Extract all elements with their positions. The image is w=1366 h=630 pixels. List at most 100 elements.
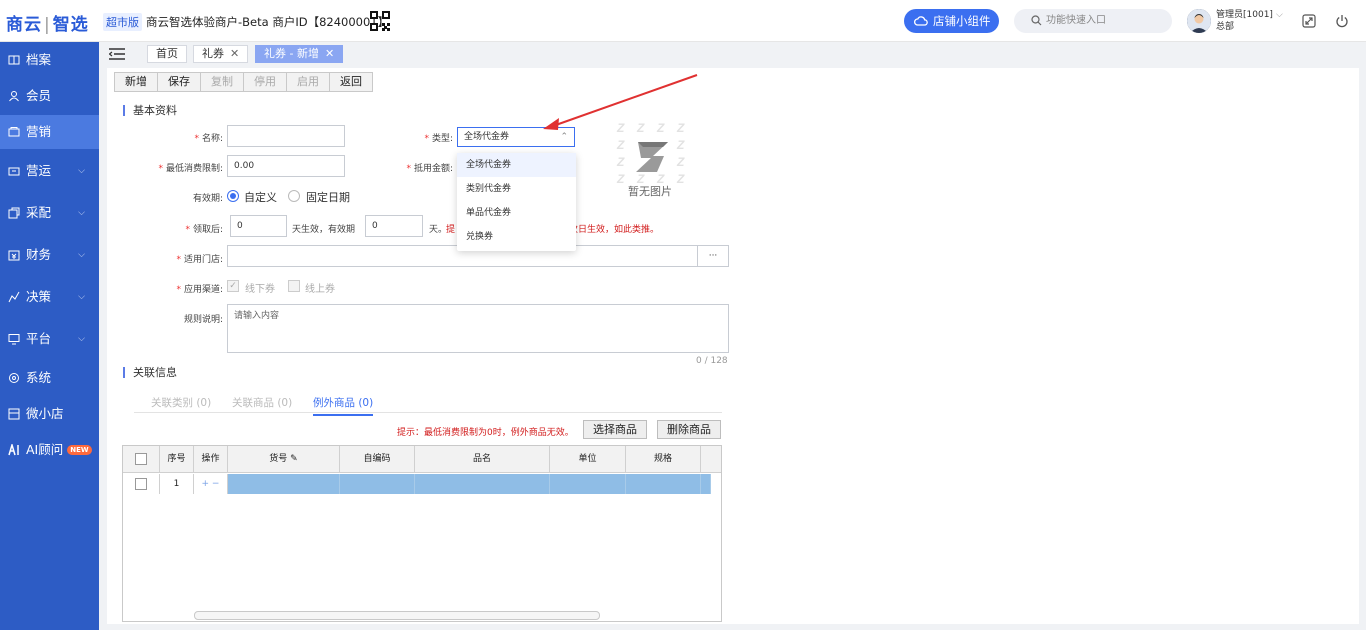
- header-ops: 操作: [194, 446, 228, 473]
- validity-custom-radio[interactable]: [227, 190, 239, 202]
- platform-icon: [8, 334, 20, 345]
- chevron-down-icon: ⌵: [78, 166, 85, 176]
- claim-valid-days-input[interactable]: 0: [365, 215, 423, 237]
- cloud-icon: [914, 16, 928, 26]
- tab-home[interactable]: 首页: [147, 45, 187, 63]
- row-item-no[interactable]: [228, 474, 340, 494]
- row-self-code[interactable]: [340, 474, 415, 494]
- channel-online-text: 线上券: [305, 284, 335, 295]
- chevron-down-icon: ⌵: [78, 292, 85, 302]
- row-product-name[interactable]: [415, 474, 550, 494]
- copy-button[interactable]: 复制: [201, 73, 244, 91]
- svg-text:Z: Z: [616, 172, 625, 186]
- sidebar-item-platform[interactable]: 平台 ⌵: [0, 322, 99, 356]
- type-option-category[interactable]: 类别代金券: [457, 177, 576, 201]
- validity-label: 有效期:: [192, 194, 223, 204]
- svg-text:Z: Z: [676, 172, 685, 186]
- ai-icon: [8, 444, 19, 456]
- channel-offline-checkbox[interactable]: ✓: [227, 280, 239, 292]
- new-button[interactable]: 新增: [115, 73, 158, 91]
- header-seq: 序号: [160, 446, 194, 473]
- row-filler: [701, 474, 711, 494]
- related-info-title: 关联信息: [123, 367, 177, 378]
- member-icon: [9, 91, 19, 102]
- marketing-icon: [8, 127, 20, 137]
- stores-picker-button[interactable]: ···: [697, 245, 729, 267]
- sidebar-item-purchase[interactable]: 采配 ⌵: [0, 196, 99, 230]
- type-dropdown-menu: 全场代金券 类别代金券 单品代金券 兑换券: [457, 153, 576, 251]
- rules-textarea[interactable]: 请输入内容: [227, 304, 729, 353]
- tab-coupon[interactable]: 礼券 ✕: [193, 45, 249, 63]
- type-option-exchange[interactable]: 兑换券: [457, 225, 576, 249]
- related-subtabs: 关联类别 (0) 关联商品 (0) 例外商品 (0): [134, 389, 722, 416]
- channel-label: * 应用渠道:: [176, 285, 223, 295]
- table-header: 序号 操作 货号 ✎ 自编码 品名 单位 规格: [123, 446, 721, 473]
- horizontal-scrollbar[interactable]: [194, 611, 600, 620]
- select-goods-button[interactable]: 选择商品: [583, 420, 647, 439]
- shop-icon: [8, 408, 20, 420]
- quick-search-input[interactable]: 功能快速入口: [1014, 9, 1172, 33]
- deduct-label: * 抵用金额:: [406, 164, 453, 174]
- back-button[interactable]: 返回: [330, 73, 372, 91]
- sidebar-item-shop[interactable]: 微小店: [0, 397, 99, 431]
- user-avatar-icon: [1187, 9, 1211, 33]
- row-unit[interactable]: [550, 474, 626, 494]
- sidebar-item-finance[interactable]: 财务 ⌵: [0, 238, 99, 272]
- shop-widget-button[interactable]: 店铺小组件: [904, 9, 999, 33]
- power-icon[interactable]: [1335, 14, 1349, 28]
- min-spend-input[interactable]: 0.00: [227, 155, 345, 177]
- claim-hint-right: 次日生效，如此类推。: [569, 225, 660, 235]
- validity-fixed-text: 固定日期: [306, 191, 350, 204]
- edition-badge: 超市版: [103, 13, 142, 31]
- select-all-checkbox[interactable]: [135, 452, 147, 465]
- subtab-related-category[interactable]: 关联类别 (0): [151, 395, 211, 410]
- header-unit: 单位: [550, 446, 626, 473]
- table-row[interactable]: 1 + −: [123, 474, 721, 494]
- name-input[interactable]: [227, 125, 345, 147]
- header-product-name: 品名: [415, 446, 550, 473]
- min-spend-label: * 最低消费限制:: [158, 164, 223, 174]
- rules-counter: 0 / 128: [696, 356, 728, 366]
- channel-online-checkbox[interactable]: [288, 280, 300, 292]
- tab-coupon-new[interactable]: 礼券 - 新增 ✕: [255, 45, 344, 63]
- system-icon: [9, 373, 19, 383]
- sidebar-item-operation[interactable]: 营运 ⌵: [0, 154, 99, 188]
- type-option-all[interactable]: 全场代金券: [457, 153, 576, 177]
- enable-button[interactable]: 启用: [287, 73, 330, 91]
- merchant-info: 商云智选体验商户-Beta 商户ID【82400001】: [146, 15, 390, 29]
- sidebar-item-marketing[interactable]: 营销: [0, 115, 99, 149]
- avatar[interactable]: [1187, 9, 1211, 33]
- chevron-down-icon: ⌵: [78, 208, 85, 218]
- claim-text-1: 天生效，有效期: [292, 225, 356, 235]
- claim-days-input[interactable]: 0: [230, 215, 287, 237]
- close-icon[interactable]: ✕: [230, 47, 239, 60]
- user-menu[interactable]: 管理员[1001] ⌵ 总部: [1216, 9, 1283, 33]
- close-icon[interactable]: ✕: [325, 47, 334, 60]
- fullscreen-icon[interactable]: [1302, 14, 1316, 28]
- subtab-related-goods[interactable]: 关联商品 (0): [232, 395, 292, 410]
- row-checkbox[interactable]: [135, 477, 147, 490]
- subtab-excluded-goods[interactable]: 例外商品 (0): [313, 395, 374, 416]
- type-option-single[interactable]: 单品代金券: [457, 201, 576, 225]
- sidebar-item-archive[interactable]: 档案: [0, 43, 99, 77]
- save-button[interactable]: 保存: [158, 73, 201, 91]
- sidebar-item-system[interactable]: 系统: [0, 361, 99, 395]
- svg-text:Z: Z: [676, 138, 685, 152]
- brand-logo[interactable]: 商云 | 智选: [6, 10, 89, 35]
- disable-button[interactable]: 停用: [244, 73, 287, 91]
- validity-fixed-radio[interactable]: [288, 190, 300, 202]
- qr-code-icon[interactable]: [370, 11, 390, 31]
- channel-offline-text: 线下券: [245, 284, 275, 295]
- header-item-no: 货号 ✎: [228, 446, 340, 473]
- header-select-all[interactable]: [123, 446, 160, 473]
- tab-bar: 首页 礼券 ✕ 礼券 - 新增 ✕: [107, 42, 1359, 68]
- sidebar-item-member[interactable]: 会员: [0, 79, 99, 113]
- finance-icon: [8, 250, 20, 261]
- menu-toggle-icon[interactable]: [109, 48, 125, 60]
- sidebar-item-decision[interactable]: 决策 ⌵: [0, 280, 99, 314]
- sidebar-item-ai[interactable]: AI顾问 NEW: [0, 433, 99, 467]
- delete-goods-button[interactable]: 删除商品: [657, 420, 721, 439]
- row-ops[interactable]: + −: [194, 474, 228, 494]
- row-spec[interactable]: [626, 474, 701, 494]
- row-select[interactable]: [123, 474, 160, 494]
